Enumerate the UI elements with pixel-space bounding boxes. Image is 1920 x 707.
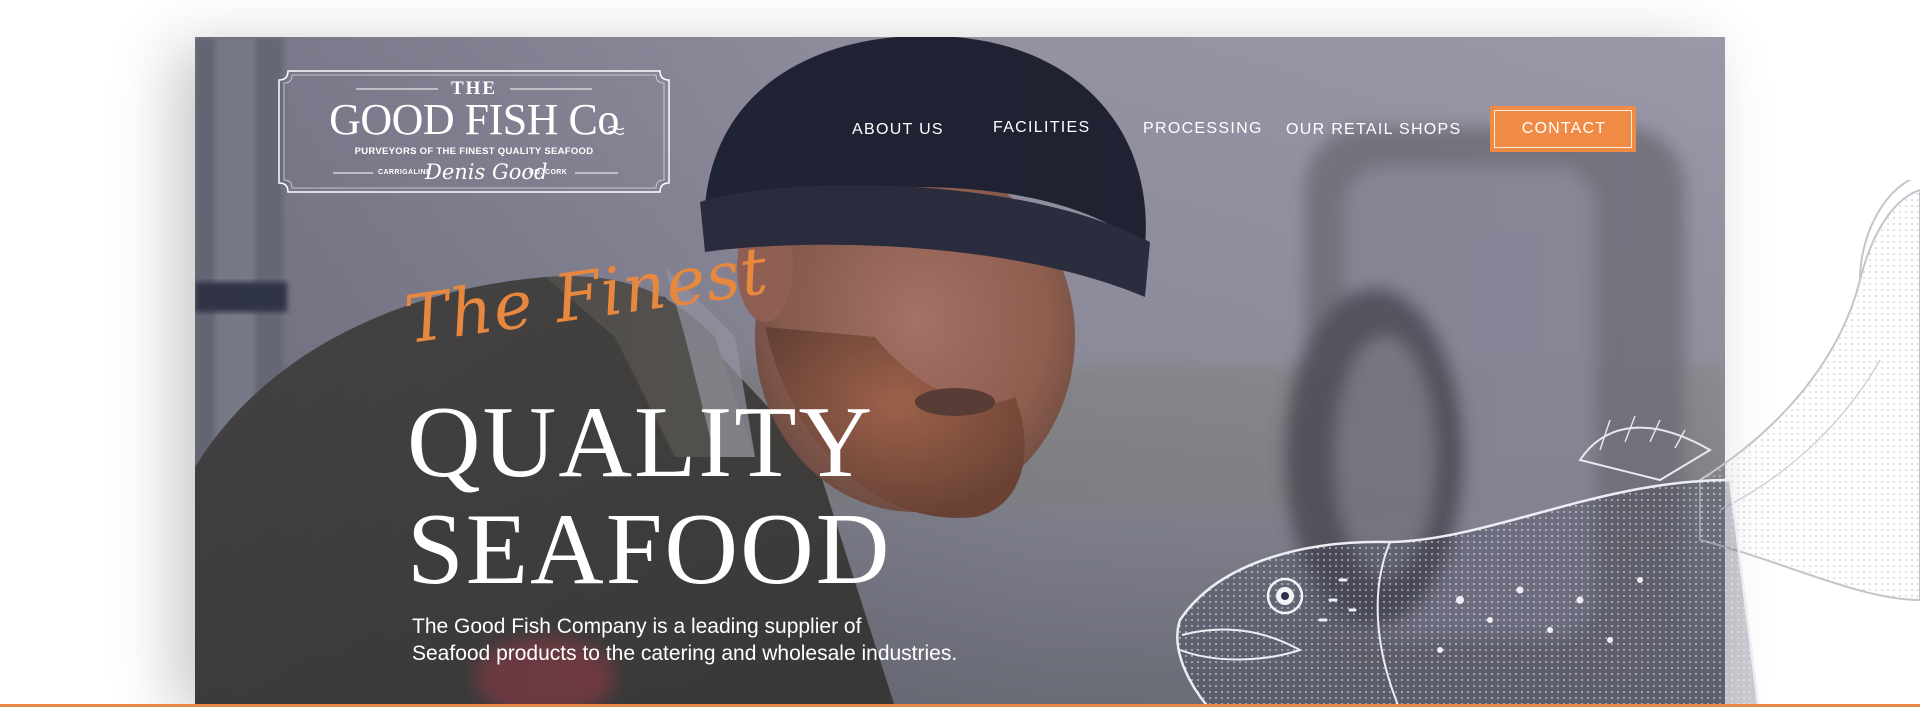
hero-description-line1: The Good Fish Company is a leading suppl… <box>412 615 862 638</box>
hero-description: The Good Fish Company is a leading suppl… <box>412 613 1012 667</box>
page: THE GOOD FISH Co PURVEYORS OF THE FINEST… <box>0 0 1920 707</box>
contact-button-label: CONTACT <box>1521 120 1607 137</box>
nav-processing[interactable]: PROCESSING <box>1143 120 1263 138</box>
site-logo[interactable]: THE GOOD FISH Co PURVEYORS OF THE FINEST… <box>278 70 670 193</box>
logo-location-left: CARRIGALINE <box>378 169 432 176</box>
hero-description-line2: Seafood products to the catering and who… <box>412 642 958 665</box>
hero-title-line1: QUALITY <box>407 386 875 499</box>
logo-location-right: CO. CORK <box>529 169 568 176</box>
contact-button[interactable]: CONTACT <box>1490 106 1636 152</box>
nav-our-retail-shops[interactable]: OUR RETAIL SHOPS <box>1286 121 1462 139</box>
nav-about-us[interactable]: ABOUT US <box>852 121 944 139</box>
salmon-illustration <box>1176 180 1920 707</box>
logo-name: GOOD FISH Co <box>329 95 619 144</box>
nav-facilities[interactable]: FACILITIES <box>993 119 1090 137</box>
hero-title-line2: SEAFOOD <box>407 493 892 606</box>
logo-tagline: PURVEYORS OF THE FINEST QUALITY SEAFOOD <box>354 146 594 157</box>
